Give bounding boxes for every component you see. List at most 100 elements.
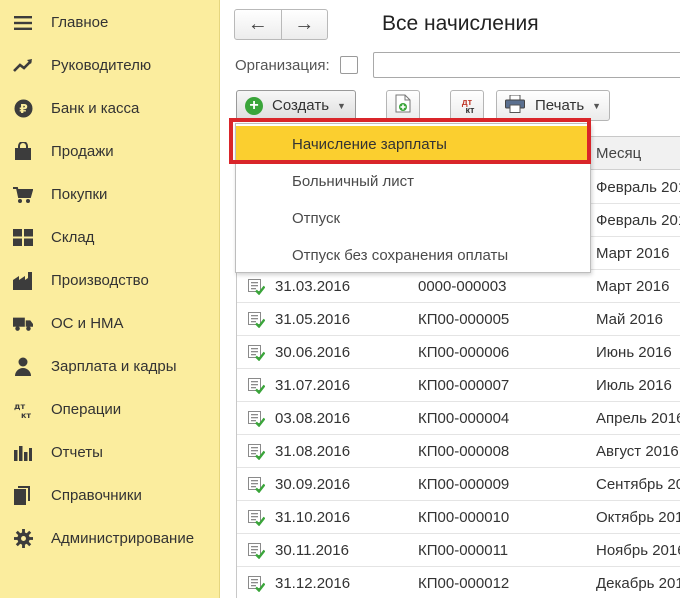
cart-icon <box>13 185 33 205</box>
sidebar-item-label: Главное <box>51 14 109 31</box>
svg-text:дт: дт <box>14 402 25 411</box>
cell-date: 31.12.2016 <box>275 575 351 592</box>
copy-document-icon <box>395 94 411 117</box>
table-row[interactable]: 30.11.2016 КП00-000011 Ноябрь 2016 <box>237 534 680 567</box>
cell-number: КП00-000010 <box>418 509 510 526</box>
cell-month: Декабрь 2016 <box>596 575 680 592</box>
create-button-label: Создать <box>272 97 330 114</box>
sidebar-item-purchases[interactable]: Покупки <box>0 173 219 216</box>
sidebar-item-sales[interactable]: Продажи <box>0 130 219 173</box>
organization-field[interactable] <box>373 52 680 78</box>
sidebar-item-label: Справочники <box>51 487 142 504</box>
cell-month: Июль 2016 <box>596 377 672 394</box>
cell-month: Сентябрь 2016 <box>596 476 680 493</box>
cell-month: Февраль 2016 <box>596 179 680 196</box>
truck-icon <box>13 314 33 334</box>
gear-icon <box>13 529 33 549</box>
print-button[interactable]: Печать ▼ <box>496 90 610 121</box>
ruble-icon: ₽ <box>13 99 33 119</box>
sidebar-item-directories[interactable]: Справочники <box>0 474 219 517</box>
sidebar-item-label: Склад <box>51 229 95 246</box>
table-row[interactable]: 31.03.2016 0000-000003 Март 2016 <box>237 270 680 303</box>
page-title: Все начисления <box>382 12 539 35</box>
cell-number: КП00-000012 <box>418 575 510 592</box>
cell-date: 31.07.2016 <box>275 377 351 394</box>
cell-date: 03.08.2016 <box>275 410 351 427</box>
warehouse-icon <box>13 228 33 248</box>
chevron-down-icon: ▼ <box>592 100 602 111</box>
sidebar-item-label: Банк и касса <box>51 100 140 117</box>
cell-number: КП00-000004 <box>418 410 510 427</box>
table-row[interactable]: 31.10.2016 КП00-000010 Октябрь 2016 <box>237 501 680 534</box>
table-row[interactable]: 31.12.2016 КП00-000012 Декабрь 2016 <box>237 567 680 598</box>
organization-checkbox[interactable] <box>340 56 358 74</box>
cell-number: КП00-000009 <box>418 476 510 493</box>
sidebar-item-payroll[interactable]: Зарплата и кадры <box>0 345 219 388</box>
cell-month: Ноябрь 2016 <box>596 542 680 559</box>
posted-document-icon <box>248 542 266 560</box>
cell-month: Октябрь 2016 <box>596 509 680 526</box>
sidebar: Главное Руководителю ₽ Банк и касса Прод… <box>0 0 220 598</box>
table-row[interactable]: 03.08.2016 КП00-000004 Апрель 2016 <box>237 402 680 435</box>
cell-month: Июнь 2016 <box>596 344 672 361</box>
posted-document-icon <box>248 575 266 593</box>
organization-label: Организация: <box>235 57 330 74</box>
menu-item-unpaid-leave[interactable]: Отпуск без сохранения оплаты <box>236 237 590 273</box>
sidebar-item-manager[interactable]: Руководителю <box>0 44 219 87</box>
create-button[interactable]: + Создать ▼ <box>236 90 356 121</box>
cell-date: 30.09.2016 <box>275 476 351 493</box>
posted-document-icon <box>248 509 266 527</box>
books-icon <box>13 486 33 506</box>
history-nav: ← → <box>234 9 328 40</box>
sidebar-item-admin[interactable]: Администрирование <box>0 517 219 560</box>
printer-icon <box>505 94 525 117</box>
copy-button[interactable] <box>386 90 420 121</box>
postings-button[interactable]: дт кт <box>450 90 484 121</box>
highlight-frame <box>229 118 591 164</box>
sidebar-item-operations[interactable]: дт кт Операции <box>0 388 219 431</box>
svg-text:₽: ₽ <box>19 102 27 116</box>
cell-number: КП00-000011 <box>418 542 509 559</box>
sidebar-item-production[interactable]: Производство <box>0 259 219 302</box>
column-header-month[interactable]: Месяц <box>596 145 641 162</box>
posted-document-icon <box>248 278 266 296</box>
cell-month: Март 2016 <box>596 278 670 295</box>
sidebar-item-label: Администрирование <box>51 530 195 547</box>
cell-month: Февраль 2016 <box>596 212 680 229</box>
table-row[interactable]: 30.09.2016 КП00-000009 Сентябрь 2016 <box>237 468 680 501</box>
person-icon <box>13 357 33 377</box>
sidebar-item-label: Производство <box>51 272 149 289</box>
sidebar-item-warehouse[interactable]: Склад <box>0 216 219 259</box>
cell-number: КП00-000006 <box>418 344 510 361</box>
forward-button[interactable]: → <box>280 10 328 39</box>
sidebar-item-main[interactable]: Главное <box>0 1 219 44</box>
cell-number: 0000-000003 <box>418 278 507 295</box>
trend-icon <box>13 56 33 76</box>
table-row[interactable]: 31.08.2016 КП00-000008 Август 2016 <box>237 435 680 468</box>
sidebar-item-label: Операции <box>51 401 122 418</box>
menu-item-vacation[interactable]: Отпуск <box>236 200 590 236</box>
cell-number: КП00-000008 <box>418 443 510 460</box>
factory-icon <box>13 271 33 291</box>
cell-date: 31.10.2016 <box>275 509 351 526</box>
posted-document-icon <box>248 344 266 362</box>
bar-chart-icon <box>13 443 33 463</box>
sidebar-item-label: Продажи <box>51 143 114 160</box>
table-row[interactable]: 31.05.2016 КП00-000005 Май 2016 <box>237 303 680 336</box>
table-row[interactable]: 30.06.2016 КП00-000006 Июнь 2016 <box>237 336 680 369</box>
svg-text:кт: кт <box>21 411 31 419</box>
plus-icon: + <box>245 96 263 115</box>
menu-item-sick-leave[interactable]: Больничный лист <box>236 163 590 199</box>
posted-document-icon <box>248 377 266 395</box>
sidebar-item-reports[interactable]: Отчеты <box>0 431 219 474</box>
main-content: ← → Все начисления Организация: + Создат… <box>220 0 680 598</box>
dtkt-icon: дт кт <box>460 97 475 114</box>
cell-date: 31.03.2016 <box>275 278 351 295</box>
table-row[interactable]: 31.07.2016 КП00-000007 Июль 2016 <box>237 369 680 402</box>
cell-number: КП00-000005 <box>418 311 510 328</box>
sidebar-item-assets[interactable]: ОС и НМА <box>0 302 219 345</box>
back-button[interactable]: ← <box>235 10 281 39</box>
posted-document-icon <box>248 311 266 329</box>
chevron-down-icon: ▼ <box>337 100 346 111</box>
sidebar-item-bank[interactable]: ₽ Банк и касса <box>0 87 219 130</box>
